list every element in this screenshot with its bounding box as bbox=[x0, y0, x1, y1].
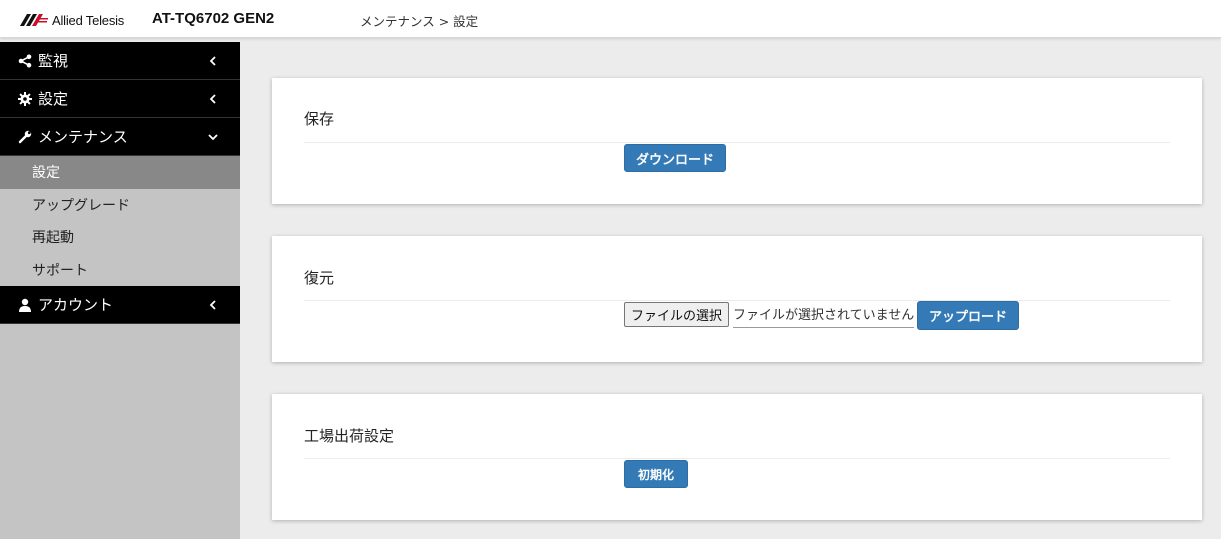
sidebar-item-label: 設定 bbox=[38, 90, 69, 108]
sidebar-item-settings[interactable]: 設定 bbox=[0, 80, 240, 118]
sidebar: 監視 設定 メンテナンス 設定 アップグレード 再起動 サポート アカウント bbox=[0, 42, 240, 539]
choose-file-button[interactable]: ファイルの選択 bbox=[624, 302, 730, 327]
factory-reset-title: 工場出荷設定 bbox=[304, 427, 395, 445]
chevron-down-icon bbox=[208, 130, 218, 144]
breadcrumb: メンテナンス > 設定 bbox=[360, 14, 479, 29]
factory-reset-card: 工場出荷設定 初期化 bbox=[272, 394, 1202, 520]
allied-telesis-mark-icon bbox=[20, 14, 48, 26]
submenu-item-reboot[interactable]: 再起動 bbox=[0, 221, 240, 254]
sidebar-item-account[interactable]: アカウント bbox=[0, 286, 240, 324]
submenu-item-support[interactable]: サポート bbox=[0, 254, 240, 287]
download-button[interactable]: ダウンロード bbox=[624, 144, 726, 172]
sidebar-item-label: アカウント bbox=[38, 296, 114, 314]
file-status-text: ファイルが選択されていません bbox=[733, 301, 915, 328]
maintenance-submenu: 設定 アップグレード 再起動 サポート bbox=[0, 156, 240, 286]
chevron-left-icon bbox=[208, 54, 218, 68]
save-card: 保存 ダウンロード bbox=[272, 78, 1202, 204]
sidebar-item-monitor[interactable]: 監視 bbox=[0, 42, 240, 80]
gear-icon bbox=[16, 91, 34, 106]
sidebar-item-label: 監視 bbox=[38, 52, 69, 70]
file-input[interactable]: ファイルの選択 ファイルが選択されていません bbox=[624, 301, 915, 328]
sidebar-item-maintenance[interactable]: メンテナンス bbox=[0, 118, 240, 156]
divider bbox=[304, 458, 1170, 459]
upload-button[interactable]: アップロード bbox=[917, 301, 1019, 330]
submenu-item-upgrade[interactable]: アップグレード bbox=[0, 189, 240, 222]
user-icon bbox=[16, 298, 34, 312]
device-model: AT-TQ6702 GEN2 bbox=[152, 10, 275, 27]
allied-telesis-logo[interactable]: Allied Telesis bbox=[20, 11, 124, 29]
chevron-left-icon bbox=[208, 298, 218, 312]
initialize-button[interactable]: 初期化 bbox=[624, 460, 688, 488]
submenu-item-settings[interactable]: 設定 bbox=[0, 156, 240, 189]
chevron-left-icon bbox=[208, 92, 218, 106]
divider bbox=[304, 142, 1170, 143]
top-header: Allied Telesis AT-TQ6702 GEN2 メンテナンス > 設… bbox=[0, 0, 1221, 38]
restore-card: 復元 ファイルの選択 ファイルが選択されていません アップロード bbox=[272, 236, 1202, 362]
wrench-icon bbox=[16, 130, 34, 144]
sidebar-item-label: メンテナンス bbox=[38, 128, 128, 146]
brand-name: Allied Telesis bbox=[52, 12, 125, 28]
save-title: 保存 bbox=[304, 110, 335, 128]
restore-title: 復元 bbox=[304, 269, 335, 287]
share-icon bbox=[16, 54, 34, 68]
